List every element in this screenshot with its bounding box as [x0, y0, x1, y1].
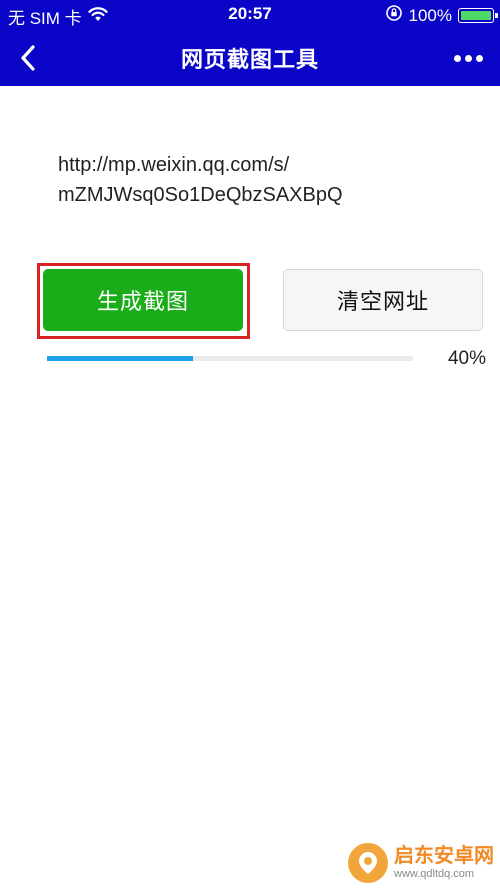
url-line-2: mZMJWsq0So1DeQbzSAXBpQ [58, 184, 343, 206]
battery-percent: 100% [408, 5, 452, 25]
watermark-name: 启东安卓网 [394, 845, 494, 867]
battery-icon [458, 8, 498, 23]
generate-screenshot-button[interactable]: 生成截图 [43, 269, 243, 331]
progress-label: 40% [447, 348, 486, 369]
more-dots-icon [453, 54, 461, 62]
battery-fill [461, 11, 491, 20]
battery-tip [495, 13, 498, 18]
progress-fill [47, 356, 194, 361]
status-right: 100% [385, 4, 498, 27]
watermark-url: www.qdltdq.com [394, 868, 475, 880]
more-button[interactable] [450, 44, 486, 72]
watermark: 启东安卓网 www.qdltdq.com [348, 843, 494, 883]
watermark-text: 启东安卓网 www.qdltdq.com [394, 845, 494, 881]
nav-bar: 网页截图工具 [0, 30, 500, 86]
more-dots-icon [464, 54, 472, 62]
screen: 无 SIM 卡 20:57 100% 网页截图工具 http://mp.weix… [0, 0, 500, 889]
page-title: 网页截图工具 [180, 47, 319, 72]
url-display: http://mp.weixin.qq.com/s/ mZMJWsq0So1De… [58, 150, 458, 210]
watermark-logo-icon [348, 843, 388, 883]
more-dots-icon [475, 54, 483, 62]
url-line-1: http://mp.weixin.qq.com/s/ [58, 154, 290, 176]
progress-bar [47, 356, 413, 361]
clear-url-button[interactable]: 清空网址 [283, 269, 483, 331]
rotation-lock-icon [385, 4, 403, 27]
status-bar: 无 SIM 卡 20:57 100% [0, 0, 500, 30]
